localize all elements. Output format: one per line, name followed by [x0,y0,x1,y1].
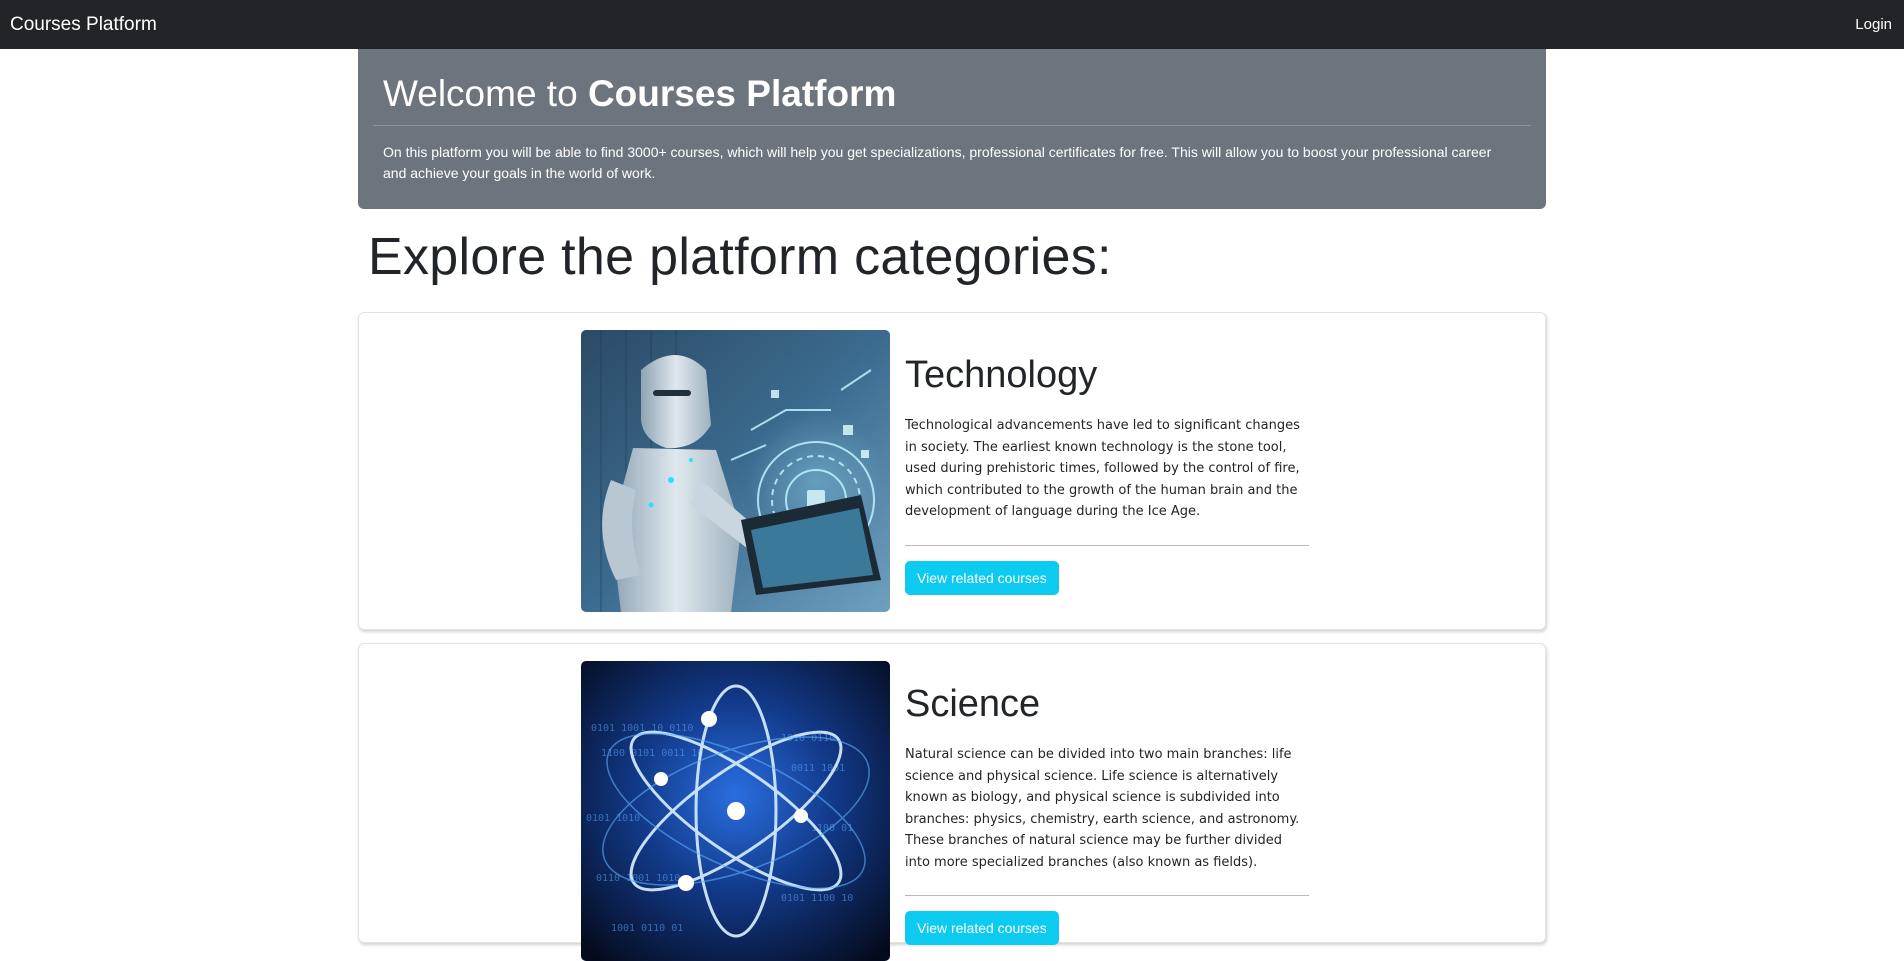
welcome-title-brand: Courses Platform [587,73,897,114]
category-card-technology: Technology Technological advancements ha… [358,312,1546,630]
welcome-title: Welcome to Courses Platform [383,73,1521,115]
welcome-title-prefix: Welcome to [383,73,588,114]
category-card-science: 0101 1001 10 0110 1100 0101 0011 10 1010… [358,643,1546,961]
technology-card-divider [905,544,1309,546]
robot-laptop-image [581,330,890,612]
svg-text:1001 0110 01: 1001 0110 01 [611,923,683,934]
categories-heading: Explore the platform categories: [368,228,1112,286]
science-view-courses-button[interactable]: View related courses [905,911,1059,945]
science-card-divider [905,895,1309,896]
science-card-title: Science [905,683,1041,725]
welcome-jumbotron: Welcome to Courses Platform On this plat… [358,49,1546,209]
login-link[interactable]: Login [1855,16,1892,33]
svg-text:1100 0101 0011 10: 1100 0101 0011 10 [601,748,703,759]
hero-divider [373,125,1531,126]
atom-binary-image: 0101 1001 10 0110 1100 0101 0011 10 1010… [581,661,890,961]
technology-view-courses-button[interactable]: View related courses [905,560,1059,595]
technology-card-title: Technology [905,354,1098,396]
science-card-body: Science Natural science can be divided i… [905,682,1309,945]
science-card-text: Natural science can be divided into two … [905,747,1300,870]
top-navbar: Courses Platform Login [0,0,1904,49]
svg-text:0101 1100 10: 0101 1100 10 [781,893,853,904]
technology-card-text: Technological advancements have led to s… [905,418,1300,519]
brand-link[interactable]: Courses Platform [10,14,157,36]
technology-card-body: Technology Technological advancements ha… [905,353,1309,595]
welcome-description: On this platform you will be able to fin… [383,144,1492,181]
